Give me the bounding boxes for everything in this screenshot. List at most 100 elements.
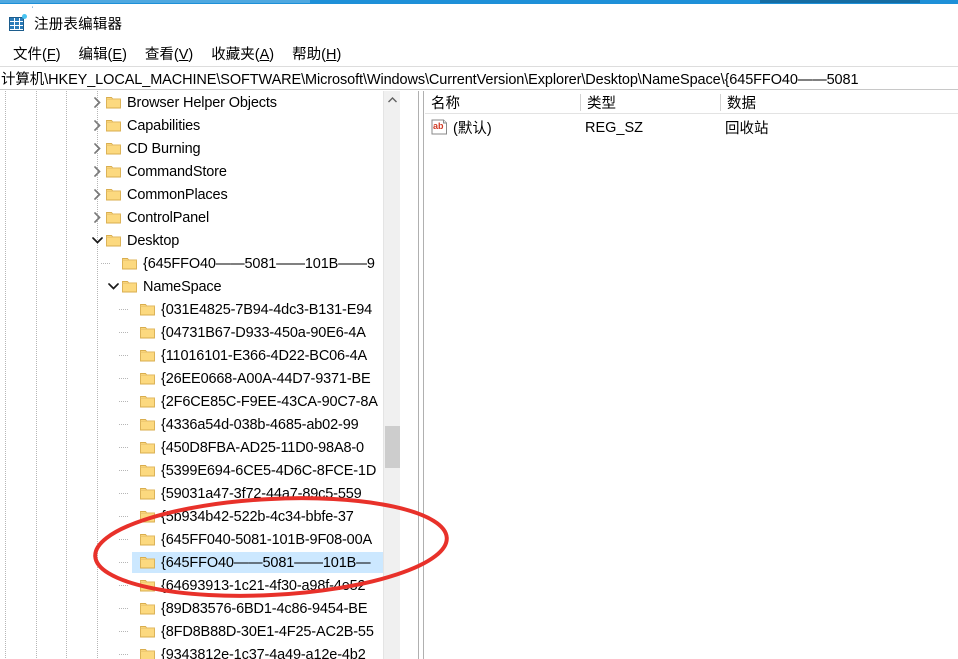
tree-row-label: {11016101-E366-4D22-BC06-4A: [161, 347, 368, 364]
value-row-default[interactable]: ab (默认) REG_SZ 回收站: [425, 116, 958, 139]
menu-item-edit[interactable]: 编辑(E): [70, 41, 136, 66]
tree-row[interactable]: {59031a47-3f72-44a7-89c5-559: [0, 482, 400, 505]
folder-icon: [140, 418, 155, 431]
tree-row[interactable]: CommandStore: [0, 160, 400, 183]
tree-row-label: {04731B67-D933-450a-90E6-4A: [161, 324, 366, 341]
tree-row[interactable]: {26EE0668-A00A-44D7-9371-BE: [0, 367, 400, 390]
menu-file-pre: 文件(: [13, 46, 47, 63]
string-value-icon: ab: [431, 119, 448, 135]
chevron-right-icon[interactable]: [89, 140, 105, 156]
menu-item-help[interactable]: 帮助(H): [283, 41, 350, 66]
column-header-data[interactable]: 数据: [721, 91, 958, 114]
column-header-name[interactable]: 名称: [425, 91, 580, 114]
tree-row[interactable]: {5b934b42-522b-4c34-bbfe-37: [0, 505, 400, 528]
tree-connector: [119, 608, 128, 609]
tree-row[interactable]: {9343812e-1c37-4a49-a12e-4b2: [0, 643, 400, 659]
registry-tree-pane[interactable]: Browser Helper Objects Capabilities CD Bur…: [0, 91, 400, 659]
menu-favorites-key: A: [259, 46, 270, 63]
tree-row[interactable]: {4336a54d-038b-4685-ab02-99: [0, 413, 400, 436]
tree-row[interactable]: Capabilities: [0, 114, 400, 137]
chevron-right-icon[interactable]: [89, 186, 105, 202]
tree-row-label: {5b934b42-522b-4c34-bbfe-37: [161, 508, 354, 525]
value-data: 回收站: [725, 121, 769, 137]
tree-row-label: Capabilities: [127, 117, 201, 134]
title-bar: 注册表编辑器: [0, 8, 958, 38]
tree-row[interactable]: {645FFO40——5081——101B—: [0, 551, 400, 574]
window-chrome-strip: [0, 0, 958, 4]
folder-icon: [140, 326, 155, 339]
tree-row[interactable]: {04731B67-D933-450a-90E6-4A: [0, 321, 400, 344]
tree-row-label: {26EE0668-A00A-44D7-9371-BE: [161, 370, 371, 387]
value-type: REG_SZ: [585, 119, 644, 136]
menu-edit-post: ): [122, 46, 127, 63]
tree-row[interactable]: {2F6CE85C-F9EE-43CA-90C7-8A: [0, 390, 400, 413]
tree-row[interactable]: NameSpace: [0, 275, 400, 298]
chevron-down-icon[interactable]: [89, 232, 105, 248]
menu-item-view[interactable]: 查看(V): [136, 41, 202, 66]
tree-connector: [119, 355, 128, 356]
tree-row[interactable]: {8FD8B88D-30E1-4F25-AC2B-55: [0, 620, 400, 643]
menu-file-post: ): [55, 46, 61, 63]
menu-item-file[interactable]: 文件(F): [4, 41, 70, 66]
tree-row[interactable]: CD Burning: [0, 137, 400, 160]
scroll-up-arrow-icon[interactable]: [384, 91, 400, 108]
chevron-right-icon[interactable]: [89, 117, 105, 133]
value-list-pane[interactable]: 名称 类型 数据 ab (默认) REG_SZ 回收站: [425, 91, 958, 659]
tree-connector: [119, 401, 128, 402]
value-list-header: 名称 类型 数据: [425, 91, 958, 114]
tree-row[interactable]: {5399E694-6CE5-4D6C-8FCE-1D: [0, 459, 400, 482]
tree-row-label: CommandStore: [127, 163, 227, 180]
tree-row[interactable]: {031E4825-7B94-4dc3-B131-E94: [0, 298, 400, 321]
tree-row[interactable]: {645FF040-5081-101B-9F08-00A: [0, 528, 400, 551]
tree-row-label: Desktop: [127, 232, 180, 249]
menu-item-favorites[interactable]: 收藏夹(A): [202, 41, 283, 66]
chevron-right-icon[interactable]: [89, 163, 105, 179]
tree-connector: [119, 309, 128, 310]
folder-icon: [122, 257, 137, 270]
tree-connector: [119, 378, 128, 379]
address-bar[interactable]: 计算机\HKEY_LOCAL_MACHINE\SOFTWARE\Microsof…: [0, 66, 958, 90]
tree-row[interactable]: ControlPanel: [0, 206, 400, 229]
folder-icon: [140, 487, 155, 500]
tree-row[interactable]: {64693913-1c21-4f30-a98f-4e52: [0, 574, 400, 597]
tree-row[interactable]: {645FFO40——5081——101B——9: [0, 252, 400, 275]
menu-file-key: F: [46, 46, 56, 63]
tree-row[interactable]: {11016101-E366-4D22-BC06-4A: [0, 344, 400, 367]
tree-row[interactable]: Desktop: [0, 229, 400, 252]
menu-view-post: ): [188, 46, 194, 63]
folder-icon: [140, 533, 155, 546]
svg-text:ab: ab: [433, 121, 444, 131]
folder-icon: [140, 510, 155, 523]
tree-row-label: NameSpace: [143, 278, 222, 295]
value-name: (默认): [453, 121, 492, 137]
chevron-right-icon[interactable]: [89, 94, 105, 110]
tree-scroll-thumb[interactable]: [385, 426, 400, 468]
column-header-type[interactable]: 类型: [581, 91, 720, 114]
pane-splitter[interactable]: [400, 91, 425, 659]
tree-connector: [119, 332, 128, 333]
folder-icon: [122, 280, 137, 293]
tree-vertical-scrollbar[interactable]: [383, 91, 400, 659]
tree-connector: [119, 470, 128, 471]
tree-row-label: {031E4825-7B94-4dc3-B131-E94: [161, 301, 373, 318]
menu-bar: 文件(F) 编辑(E) 查看(V) 收藏夹(A) 帮助(H): [0, 41, 958, 65]
tree-connector: [119, 424, 128, 425]
tree-row-label: Browser Helper Objects: [127, 94, 277, 111]
tree-row-label: CD Burning: [127, 140, 201, 157]
chevron-right-icon[interactable]: [89, 209, 105, 225]
tree-row[interactable]: Browser Helper Objects: [0, 91, 400, 114]
menu-edit-pre: 编辑(: [78, 46, 113, 63]
tree-row-label: CommonPlaces: [127, 186, 228, 203]
tree-row-label: {4336a54d-038b-4685-ab02-99: [161, 416, 359, 433]
chevron-down-icon[interactable]: [105, 278, 121, 294]
tree-row[interactable]: {89D83576-6BD1-4c86-9454-BE: [0, 597, 400, 620]
folder-icon: [140, 648, 155, 659]
registry-path: 计算机\HKEY_LOCAL_MACHINE\SOFTWARE\Microsof…: [1, 71, 859, 88]
registry-editor-window: + 注册表编辑器 文件(F) 编辑(E) 查看(V) 收藏夹(A) 帮助(H) …: [0, 0, 958, 659]
tree-row[interactable]: {450D8FBA-AD25-11D0-98A8-0: [0, 436, 400, 459]
folder-icon: [140, 464, 155, 477]
registry-editor-icon: [8, 14, 27, 32]
tree-connector: [119, 447, 128, 448]
tree-row[interactable]: CommonPlaces: [0, 183, 400, 206]
tree-connector: [119, 493, 128, 494]
